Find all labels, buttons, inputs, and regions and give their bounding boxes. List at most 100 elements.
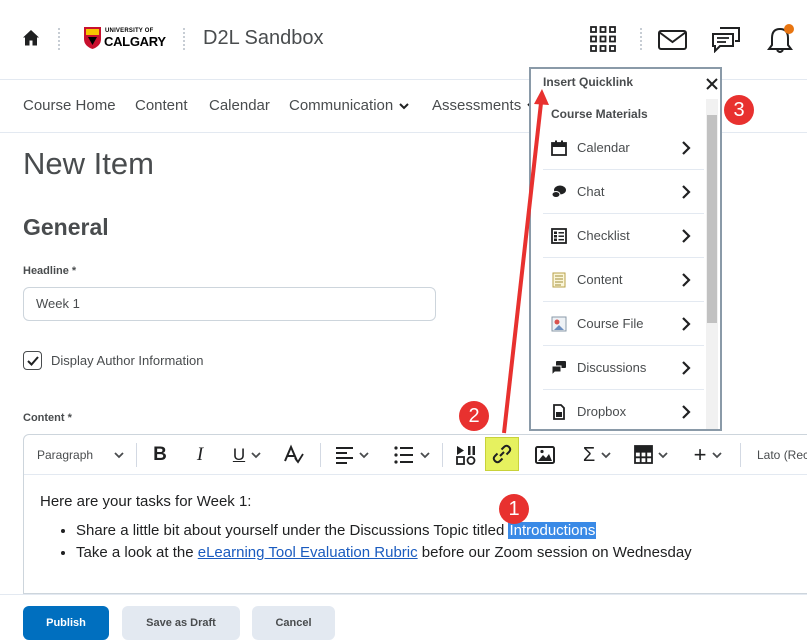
logo-large-text: CALGARY [104, 34, 166, 49]
quicklink-label: Checklist [577, 228, 630, 243]
messages-icon[interactable] [712, 27, 741, 53]
underline-button[interactable]: U [224, 435, 270, 475]
selected-text-introductions[interactable]: Introductions [508, 522, 597, 539]
insert-more-button[interactable]: + [688, 435, 728, 475]
editor-intro-text: Here are your tasks for Week 1: [40, 493, 252, 510]
nav-assessments[interactable]: Assessments [432, 97, 537, 114]
course-file-icon [551, 316, 567, 332]
discussions-icon [551, 361, 566, 376]
annotation-step-1: 1 [499, 494, 529, 524]
close-icon[interactable] [706, 78, 718, 90]
home-icon[interactable] [22, 29, 40, 47]
table-icon[interactable] [634, 445, 670, 465]
chat-icon [551, 185, 566, 198]
quicklink-label: Dropbox [577, 404, 627, 419]
checkmark-icon [26, 355, 39, 366]
cancel-button[interactable]: Cancel [252, 606, 335, 640]
paragraph-format-label: Paragraph [37, 448, 94, 462]
chevron-right-icon [682, 273, 691, 287]
quicklink-label: Chat [577, 184, 605, 199]
notification-badge [784, 24, 794, 34]
chevron-right-icon [682, 361, 691, 375]
quicklink-item-checklist[interactable]: Checklist [543, 214, 704, 258]
paragraph-format-select[interactable]: Paragraph [28, 435, 132, 475]
display-author-checkbox[interactable] [23, 351, 42, 370]
list-item: Share a little bit about yourself under … [76, 520, 692, 542]
dropbox-icon [553, 404, 565, 420]
headline-label: Headline * [23, 265, 77, 277]
crest-icon [84, 27, 101, 49]
bullet-text: Take a look at the [76, 544, 198, 561]
quicklink-item-course-file[interactable]: Course File [543, 302, 704, 346]
annotation-step-3: 3 [724, 95, 754, 125]
app-grid-icon[interactable] [590, 26, 616, 52]
chevron-down-icon [712, 452, 723, 459]
chevron-right-icon [682, 229, 691, 243]
university-logo[interactable]: UNIVERSITY OF CALGARY [84, 26, 166, 52]
chevron-down-icon [601, 452, 611, 459]
nav-content[interactable]: Content [135, 97, 188, 114]
chevron-right-icon [682, 185, 691, 199]
toolbar-divider [136, 443, 137, 467]
publish-button[interactable]: Publish [23, 606, 109, 640]
chevron-right-icon [682, 141, 691, 155]
display-author-label: Display Author Information [51, 353, 204, 368]
mail-icon[interactable] [658, 30, 687, 50]
editor-content[interactable]: Here are your tasks for Week 1: Share a … [40, 493, 692, 564]
content-icon [552, 272, 566, 288]
chevron-right-icon [682, 405, 691, 419]
dialog-subtitle: Course Materials [551, 107, 648, 121]
bullet-text: Share a little bit about yourself under … [76, 522, 509, 539]
scrollbar-thumb[interactable] [707, 115, 717, 323]
align-icon[interactable] [335, 446, 371, 464]
nav-course-home[interactable]: Course Home [23, 97, 116, 114]
font-family-select[interactable]: Lato (Rec [749, 435, 807, 475]
divider [58, 28, 60, 50]
divider [640, 28, 642, 50]
equation-button[interactable]: Σ [577, 435, 617, 475]
toolbar-divider [740, 443, 741, 467]
bullet-text: before our Zoom session on Wednesday [417, 544, 692, 561]
task-list: Share a little bit about yourself under … [40, 520, 692, 564]
nav-communication[interactable]: Communication [289, 97, 409, 114]
annotation-step-2: 2 [459, 401, 489, 431]
quicklink-label: Calendar [577, 140, 630, 155]
quicklink-item-content[interactable]: Content [543, 258, 704, 302]
insert-stuff-icon[interactable] [456, 445, 476, 465]
insert-image-icon[interactable] [535, 446, 555, 464]
editor-toolbar: Paragraph B I U Σ + Lato (Rec [24, 435, 807, 475]
quicklink-item-discussions[interactable]: Discussions [543, 346, 704, 390]
chevron-down-icon [114, 452, 124, 459]
divider [183, 28, 185, 50]
headline-input[interactable]: Week 1 [23, 287, 436, 321]
quicklink-item-dropbox[interactable]: Dropbox [543, 390, 704, 434]
dialog-title: Insert Quicklink [543, 75, 634, 89]
chevron-down-icon [399, 103, 409, 110]
content-label: Content * [23, 412, 72, 424]
nav-communication-label: Communication [289, 97, 394, 114]
italic-button[interactable]: I [184, 435, 216, 475]
nav-calendar[interactable]: Calendar [209, 97, 270, 114]
toolbar-divider [320, 443, 321, 467]
insert-quicklink-dialog: Insert Quicklink Course Materials Calend… [529, 67, 722, 431]
quicklink-item-chat[interactable]: Chat [543, 170, 704, 214]
rubric-link[interactable]: eLearning Tool Evaluation Rubric [198, 544, 418, 561]
insert-quicklink-button[interactable] [485, 437, 519, 471]
link-icon [492, 444, 512, 464]
chevron-down-icon [251, 452, 261, 459]
html-editor: Paragraph B I U Σ + Lato (Rec Here are y… [23, 434, 807, 594]
bold-button[interactable]: B [144, 435, 176, 475]
nav-assessments-label: Assessments [432, 97, 522, 114]
site-title[interactable]: D2L Sandbox [203, 27, 323, 50]
save-draft-button[interactable]: Save as Draft [122, 606, 240, 640]
text-format-icon[interactable] [282, 444, 304, 466]
quicklink-label: Discussions [577, 360, 647, 375]
page-title: New Item [23, 146, 154, 181]
quicklink-item-calendar[interactable]: Calendar [543, 126, 704, 170]
list-icon[interactable] [394, 446, 432, 464]
list-item: Take a look at the eLearning Tool Evalua… [76, 542, 692, 564]
font-family-label: Lato (Rec [757, 448, 807, 462]
quicklink-label: Course File [577, 316, 644, 331]
checklist-icon [551, 228, 567, 244]
section-title: General [23, 214, 109, 240]
